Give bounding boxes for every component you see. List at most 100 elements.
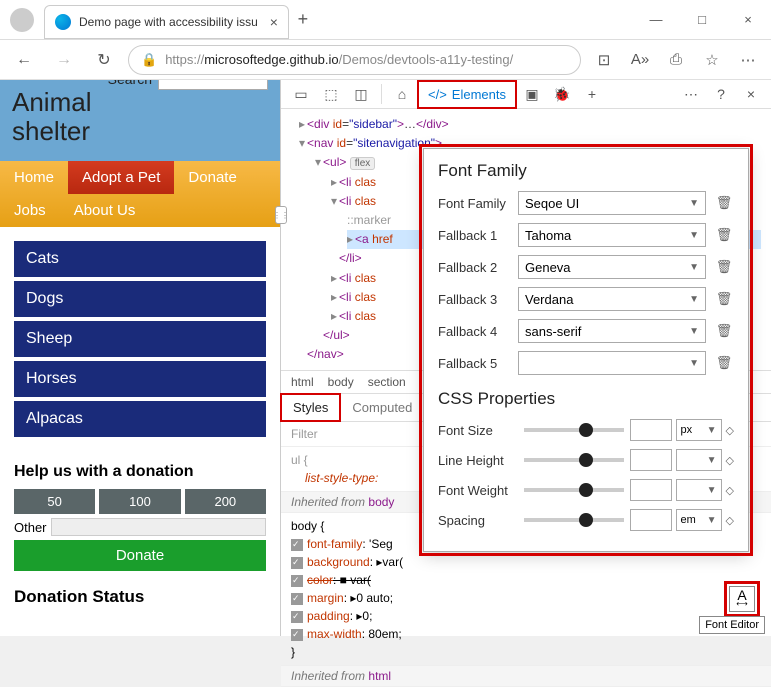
fe-value-2[interactable]: [630, 479, 672, 501]
edge-icon: [55, 14, 71, 30]
profile-avatar[interactable]: [10, 8, 34, 32]
fe-unit-1[interactable]: ▼: [676, 449, 722, 471]
drag-handle[interactable]: ⋮⋮: [275, 206, 287, 224]
fe-unit-3[interactable]: em▼: [676, 509, 722, 531]
amount-200[interactable]: 200: [185, 489, 266, 514]
close-devtools-icon[interactable]: ×: [737, 80, 765, 108]
lock-icon: 🔒: [141, 52, 157, 68]
menu-adopt[interactable]: Adopt a Pet: [68, 161, 174, 194]
search-label: Search: [108, 80, 152, 87]
donate-heading: Help us with a donation: [14, 463, 266, 481]
new-tab-button[interactable]: +: [289, 9, 317, 30]
category-sheep[interactable]: Sheep: [14, 321, 266, 357]
category-cats[interactable]: Cats: [14, 241, 266, 277]
trash-icon[interactable]: 🗑: [714, 291, 734, 307]
amount-100[interactable]: 100: [99, 489, 180, 514]
fe-select-1[interactable]: Tahoma▼: [518, 223, 706, 247]
address-bar: ← → ↻ 🔒 https://microsoftedge.github.io/…: [0, 40, 771, 80]
menu-donate[interactable]: Donate: [174, 161, 250, 194]
read-aloud-icon[interactable]: A»: [625, 45, 655, 75]
fe-label: Font Family: [438, 196, 518, 211]
category-alpacas[interactable]: Alpacas: [14, 401, 266, 437]
tab-title: Demo page with accessibility issu: [79, 15, 258, 29]
fe-spinner-2[interactable]: ◇: [726, 484, 734, 497]
url-text: https://microsoftedge.github.io/Demos/de…: [165, 52, 513, 67]
fe-value-0[interactable]: [630, 419, 672, 441]
menu-icon[interactable]: ⋯: [733, 45, 763, 75]
welcome-icon[interactable]: ⌂: [388, 80, 416, 108]
trash-icon[interactable]: 🗑: [714, 259, 734, 275]
add-tab-icon[interactable]: +: [578, 80, 606, 108]
fe-spinner-0[interactable]: ◇: [726, 424, 734, 437]
styles-tab[interactable]: Styles: [281, 394, 340, 421]
fe-prop-label: Line Height: [438, 453, 518, 468]
minimize-button[interactable]: —: [633, 5, 679, 35]
fe-select-2[interactable]: Geneva▼: [518, 255, 706, 279]
main-menu: Home Adopt a Pet Donate Jobs About Us: [0, 161, 280, 227]
fe-value-3[interactable]: [630, 509, 672, 531]
fe-prop-label: Font Size: [438, 423, 518, 438]
site-title: Animalshelter: [12, 88, 268, 145]
close-tab-icon[interactable]: ×: [270, 14, 278, 30]
close-window-button[interactable]: ×: [725, 5, 771, 35]
help-icon[interactable]: ?: [707, 80, 735, 108]
favorite-icon[interactable]: ☆: [697, 45, 727, 75]
category-horses[interactable]: Horses: [14, 361, 266, 397]
fe-select-5[interactable]: ▼: [518, 351, 706, 375]
trash-icon[interactable]: 🗑: [714, 227, 734, 243]
trash-icon[interactable]: 🗑: [714, 355, 734, 371]
font-editor-button[interactable]: A⟷: [729, 586, 755, 612]
fe-value-1[interactable]: [630, 449, 672, 471]
fe-slider-0[interactable]: [524, 428, 624, 432]
more-icon[interactable]: ⋯: [677, 80, 705, 108]
computed-tab[interactable]: Computed: [340, 394, 424, 421]
menu-home[interactable]: Home: [0, 161, 68, 194]
amount-50[interactable]: 50: [14, 489, 95, 514]
maximize-button[interactable]: □: [679, 5, 725, 35]
app-tab-icon[interactable]: ▣: [518, 80, 546, 108]
fe-label: Fallback 3: [438, 292, 518, 307]
bug-icon[interactable]: 🐞: [548, 80, 576, 108]
devtools-panel: ⋮⋮ ▭ ⬚ ◫ ⌂ </> Elements ▣ 🐞 + ⋯ ? × ▸<di…: [280, 80, 771, 636]
trash-icon[interactable]: 🗑: [714, 195, 734, 211]
donation-status-heading: Donation Status: [14, 587, 266, 607]
fe-unit-2[interactable]: ▼: [676, 479, 722, 501]
menu-jobs[interactable]: Jobs: [0, 194, 60, 227]
css-props-heading: CSS Properties: [438, 389, 734, 409]
fe-label: Fallback 1: [438, 228, 518, 243]
fe-slider-1[interactable]: [524, 458, 624, 462]
font-family-heading: Font Family: [438, 161, 734, 181]
fe-spinner-1[interactable]: ◇: [726, 454, 734, 467]
page-content: Search Animalshelter Home Adopt a Pet Do…: [0, 80, 280, 636]
fe-prop-label: Font Weight: [438, 483, 518, 498]
fe-unit-0[interactable]: px▼: [676, 419, 722, 441]
other-label: Other: [14, 520, 47, 535]
font-editor-tooltip: Font Editor: [699, 616, 765, 634]
collections-icon[interactable]: ⎙: [661, 45, 691, 75]
elements-tab[interactable]: </> Elements: [418, 81, 516, 108]
url-field[interactable]: 🔒 https://microsoftedge.github.io/Demos/…: [128, 45, 581, 75]
fe-select-0[interactable]: Seqoe UI▼: [518, 191, 706, 215]
category-dogs[interactable]: Dogs: [14, 281, 266, 317]
other-input[interactable]: [51, 518, 266, 536]
fe-slider-3[interactable]: [524, 518, 624, 522]
menu-about[interactable]: About Us: [60, 194, 150, 227]
fe-slider-2[interactable]: [524, 488, 624, 492]
inspect-icon[interactable]: ▭: [287, 80, 315, 108]
device-icon[interactable]: ⬚: [317, 80, 345, 108]
search-input[interactable]: [158, 80, 268, 90]
fe-select-4[interactable]: sans-serif▼: [518, 319, 706, 343]
browser-tab[interactable]: Demo page with accessibility issu ×: [44, 5, 289, 39]
donate-button[interactable]: Donate: [14, 540, 266, 571]
fe-select-3[interactable]: Verdana▼: [518, 287, 706, 311]
app-icon[interactable]: ⊡: [589, 45, 619, 75]
fe-label: Fallback 2: [438, 260, 518, 275]
fe-spinner-3[interactable]: ◇: [726, 514, 734, 527]
trash-icon[interactable]: 🗑: [714, 323, 734, 339]
fe-prop-label: Spacing: [438, 513, 518, 528]
refresh-button[interactable]: ↻: [88, 44, 120, 76]
forward-button: →: [48, 44, 80, 76]
panel-icon[interactable]: ◫: [347, 80, 375, 108]
window-titlebar: Demo page with accessibility issu × + — …: [0, 0, 771, 40]
back-button[interactable]: ←: [8, 44, 40, 76]
